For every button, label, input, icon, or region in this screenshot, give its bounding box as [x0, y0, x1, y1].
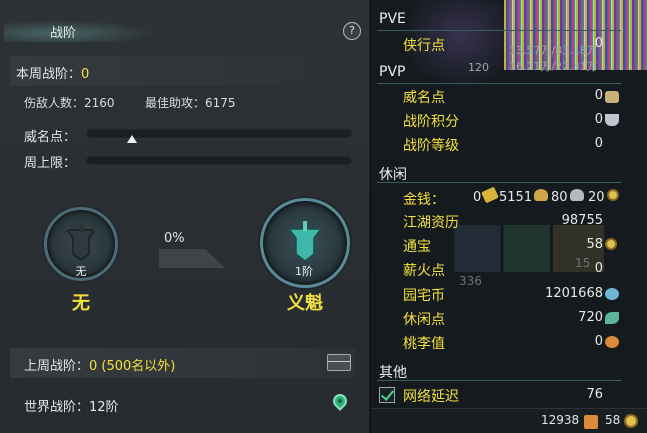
kills-label: 伤敌人数： [24, 96, 85, 110]
yuanzhai-value: 1201668 [545, 286, 603, 301]
panel-title: 战阶 [50, 26, 77, 41]
chest-icon[interactable] [327, 354, 351, 371]
money-gold-bars: 0 [473, 190, 482, 205]
bottom-status-bar: 12938 58 [371, 408, 647, 433]
zhanjie-score-label: 战阶积分 [403, 114, 459, 130]
best-assist-label: 最佳助攻： [145, 96, 206, 110]
weekly-cap-bar [86, 156, 352, 165]
pve-header: PVE [379, 11, 406, 27]
jianghu-label: 江湖资历 [403, 215, 459, 231]
divider [377, 30, 621, 31]
jianghu-value: 98755 [561, 213, 603, 228]
currency-panel: 13.57万/83.18万 16.21万/22.31万 120 PVE 侠行点 … [371, 0, 647, 433]
gold-ingot-icon [534, 189, 548, 201]
rank-progress-percent: 0% [164, 231, 185, 246]
mask-icon [605, 91, 619, 103]
xiuxian-value: 720 [578, 310, 603, 325]
weekly-cap-label: 周上限： [24, 156, 77, 171]
weekly-rank-value: 0 [81, 67, 90, 82]
rank-panel: 战阶 ? 本周战阶：0 伤敌人数：2160 最佳助攻：6175 威名点： 周上限… [0, 0, 370, 433]
xiaxing-value: 0 [594, 36, 603, 51]
overlay-text-1: 13.57万/83.18万 [509, 44, 598, 57]
zhanjie-level-label: 战阶等级 [403, 138, 459, 154]
arrow-right-icon [159, 249, 225, 268]
next-rank-name: 义魁 [287, 293, 323, 314]
panel-header: 战阶 ? [0, 12, 370, 46]
copper-coin-icon [607, 189, 619, 201]
help-button[interactable]: ? [343, 22, 361, 40]
last-week-row: 上周战阶：0 (500名以外) [24, 355, 175, 374]
kills-stat: 伤敌人数：2160 [24, 94, 115, 111]
prestige-bar [86, 129, 352, 143]
money-label: 金钱： [403, 192, 445, 208]
xiaxing-label: 侠行点 [403, 38, 445, 54]
xinhuo-label: 薪火点 [403, 263, 445, 279]
trophy-icon [605, 114, 619, 126]
prestige-label: 威名点： [24, 130, 77, 145]
leaf-icon [605, 312, 619, 324]
divider [377, 380, 621, 381]
pvp-header: PVP [379, 64, 406, 80]
coin-icon[interactable] [624, 414, 638, 428]
divider [377, 83, 621, 84]
xiuxian-label: 休闲点 [403, 312, 445, 328]
other-header: 其他 [379, 365, 407, 381]
bottom-value-2: 58 [605, 413, 621, 427]
best-assist-value: 6175 [205, 96, 236, 110]
world-rank-row: 世界战阶：12阶 [24, 396, 119, 415]
zhanjie-level-value: 0 [594, 136, 603, 151]
current-rank-name: 无 [72, 293, 90, 314]
last-week-label: 上周战阶： [24, 359, 90, 374]
money-copper: 20 [588, 190, 605, 205]
money-gold: 5151 [499, 190, 533, 205]
taoli-label: 桃李值 [403, 336, 445, 352]
overlay-num: 120 [468, 61, 489, 74]
thumb-num-2: 15 [575, 256, 591, 270]
header-decoration [4, 20, 154, 42]
gourd-icon [605, 336, 619, 348]
weiming-label: 威名点 [403, 90, 445, 106]
world-rank-value: 12阶 [89, 400, 119, 415]
prestige-marker-icon [126, 135, 137, 143]
overlay-text-2: 16.21万/22.31万 [509, 60, 598, 73]
last-week-value: 0 (500名以外) [89, 359, 176, 374]
tongbao-label: 通宝 [403, 239, 431, 255]
kills-value: 2160 [84, 96, 115, 110]
zhanjie-score-value: 0 [594, 112, 603, 127]
bottom-value-1: 12938 [541, 413, 580, 427]
swirl-icon [605, 288, 619, 300]
current-rank-level: 无 [75, 265, 87, 278]
banner-icon [65, 224, 97, 261]
silver-ingot-icon [570, 189, 584, 201]
weekly-rank-row: 本周战阶：0 [16, 63, 89, 82]
thumb-num-1: 336 [459, 274, 482, 288]
world-rank-label: 世界战阶： [24, 400, 90, 415]
next-rank-level: 1阶 [295, 265, 313, 278]
tongbao-value: 58 [586, 237, 603, 252]
coin-icon [605, 238, 617, 250]
latency-value: 76 [586, 387, 603, 402]
leisure-header: 休闲 [379, 167, 407, 183]
xinhuo-value: 0 [594, 261, 603, 276]
runner-icon [584, 415, 598, 429]
best-assist-stat: 最佳助攻：6175 [145, 94, 236, 111]
yuanzhai-label: 园宅币 [403, 288, 445, 304]
location-pin-icon[interactable] [330, 391, 350, 411]
gold-bar-icon [481, 186, 499, 204]
taoli-value: 0 [594, 334, 603, 349]
money-silver: 80 [551, 190, 568, 205]
weiming-value: 0 [594, 88, 603, 103]
divider [377, 182, 621, 183]
banner-icon [287, 221, 323, 262]
latency-checkbox[interactable] [379, 387, 395, 403]
weekly-rank-label: 本周战阶： [16, 67, 82, 82]
latency-label: 网络延迟 [403, 389, 459, 405]
